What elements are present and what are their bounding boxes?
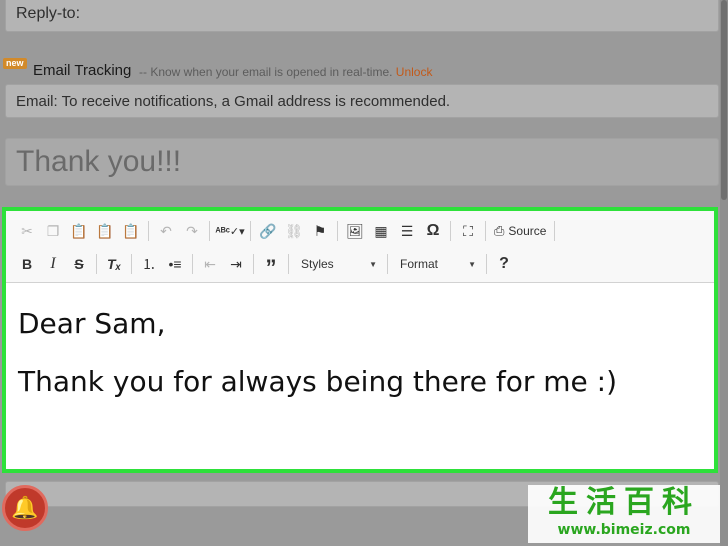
indent-icon[interactable]: ⇥ (223, 251, 249, 277)
strikethrough-icon[interactable]: S (66, 251, 92, 277)
new-badge: new (3, 58, 27, 69)
body-message: Thank you for always being there for me … (18, 365, 618, 398)
unlock-link[interactable]: Unlock (396, 65, 433, 79)
copy-icon[interactable]: ❐ (40, 218, 66, 244)
table-icon[interactable]: ▦ (368, 218, 394, 244)
toolbar-separator (96, 254, 97, 274)
reply-to-field[interactable]: Reply-to: (5, 0, 719, 32)
editor-toolbar: ✂ ❐ 📋 📋 📋 ↶ ↷ ᴬᴮᶜ✓▾ 🔗 ⛓ ⚑ 🖼 ▦ ☰ Ω ⛶ ⎙ So (6, 211, 714, 283)
format-dropdown-label: Format (400, 257, 439, 271)
toolbar-separator (486, 254, 487, 274)
message-editor: ✂ ❐ 📋 📋 📋 ↶ ↷ ᴬᴮᶜ✓▾ 🔗 ⛓ ⚑ 🖼 ▦ ☰ Ω ⛶ ⎙ So (2, 207, 718, 473)
toolbar-separator (337, 221, 338, 241)
toolbar-separator (253, 254, 254, 274)
help-button[interactable]: ? (491, 251, 517, 277)
message-body[interactable]: Dear Sam, Thank you for always being the… (6, 284, 714, 469)
paste-icon[interactable]: 📋 (66, 218, 92, 244)
toolbar-separator (131, 254, 132, 274)
chevron-down-icon: ▼ (369, 259, 377, 269)
styles-dropdown-label: Styles (301, 257, 334, 271)
link-icon[interactable]: 🔗 (255, 218, 281, 244)
cut-icon[interactable]: ✂ (14, 218, 40, 244)
toolbar-separator (250, 221, 251, 241)
watermark-url: www.bimeiz.com (557, 522, 691, 538)
toolbar-separator (450, 221, 451, 241)
image-icon[interactable]: 🖼 (342, 218, 368, 244)
watermark-text: 生活百科 (548, 485, 700, 520)
remove-format-icon[interactable]: Tₓ (101, 251, 127, 277)
tracking-email-field[interactable]: Email: To receive notifications, a Gmail… (5, 84, 719, 118)
toolbar-separator (209, 221, 210, 241)
source-icon: ⎙ (494, 223, 505, 238)
bulleted-list-icon[interactable]: •≡ (162, 251, 188, 277)
toolbar-row-2: B I S Tₓ ⒈ •≡ ⇤ ⇥ ” Styles ▼ Format ▼ ? (14, 249, 517, 280)
body-greeting: Dear Sam, (18, 307, 166, 340)
toolbar-separator (387, 254, 388, 274)
toolbar-separator (148, 221, 149, 241)
source-label: Source (508, 224, 547, 238)
special-char-icon[interactable]: Ω (420, 218, 446, 244)
undo-icon[interactable]: ↶ (153, 218, 179, 244)
maximize-icon[interactable]: ⛶ (455, 218, 481, 244)
email-tracking-description: -- Know when your email is opened in rea… (139, 65, 432, 79)
reply-to-label: Reply-to: (16, 5, 81, 22)
blockquote-icon[interactable]: ” (258, 251, 284, 280)
outdent-icon[interactable]: ⇤ (197, 251, 223, 277)
spellcheck-icon[interactable]: ᴬᴮᶜ✓▾ (214, 218, 246, 244)
toolbar-separator (485, 221, 486, 241)
anchor-flag-icon[interactable]: ⚑ (307, 218, 333, 244)
toolbar-separator (288, 254, 289, 274)
format-dropdown[interactable]: Format ▼ (392, 252, 482, 276)
paste-word-icon[interactable]: 📋 (118, 218, 144, 244)
tracking-description-text: -- Know when your email is opened in rea… (139, 65, 393, 79)
watermark: 生活百科 www.bimeiz.com (528, 485, 720, 543)
subject-value: Thank you!!! (16, 145, 182, 178)
page-scrollbar-thumb[interactable] (721, 0, 727, 200)
redo-icon[interactable]: ↷ (179, 218, 205, 244)
toolbar-separator (554, 221, 556, 241)
source-button[interactable]: ⎙ Source (490, 218, 550, 244)
italic-icon[interactable]: I (40, 251, 66, 277)
toolbar-separator (192, 254, 193, 274)
bold-icon[interactable]: B (14, 251, 40, 277)
chevron-down-icon: ▼ (468, 259, 476, 269)
notification-bell-button[interactable]: 🔔 (2, 485, 48, 531)
bell-icon: 🔔 (11, 495, 39, 520)
email-tracking-title: Email Tracking (33, 62, 132, 79)
toolbar-row-1: ✂ ❐ 📋 📋 📋 ↶ ↷ ᴬᴮᶜ✓▾ 🔗 ⛓ ⚑ 🖼 ▦ ☰ Ω ⛶ ⎙ So (14, 216, 559, 246)
numbered-list-icon[interactable]: ⒈ (136, 251, 162, 277)
tracking-email-value: Email: To receive notifications, a Gmail… (16, 93, 451, 110)
email-tracking-row: new Email Tracking -- Know when your ema… (3, 56, 717, 82)
unlink-icon[interactable]: ⛓ (281, 218, 307, 244)
styles-dropdown[interactable]: Styles ▼ (293, 252, 383, 276)
subject-field[interactable]: Thank you!!! (5, 138, 719, 186)
paste-text-icon[interactable]: 📋 (92, 218, 118, 244)
horizontal-line-icon[interactable]: ☰ (394, 218, 420, 244)
page-scrollbar[interactable] (720, 0, 728, 546)
